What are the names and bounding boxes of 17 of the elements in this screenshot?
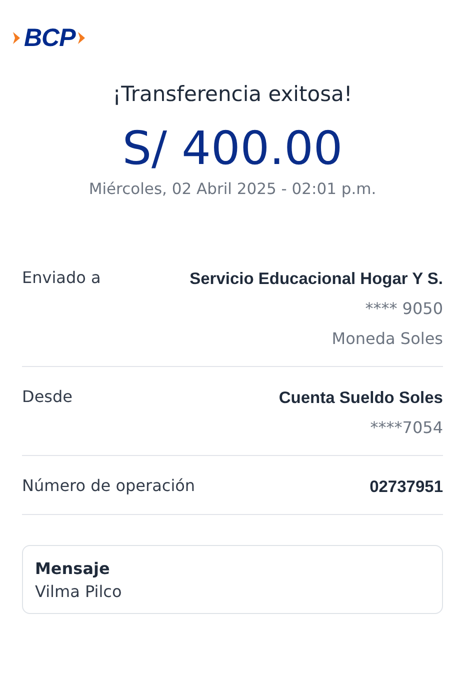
- detail-value: Cuenta Sueldo Soles: [278, 388, 443, 409]
- message-title: Mensaje: [35, 559, 111, 578]
- detail-label: Desde: [22, 386, 72, 406]
- detail-value: 02737951: [370, 477, 443, 498]
- message-text: Vilma Pilco: [35, 582, 123, 601]
- date-time: Miércoles, 02 Abril 2025 - 02:01 p.m.: [88, 180, 378, 198]
- detail-label: Enviado a: [22, 267, 101, 287]
- detail-value: Moneda Soles: [332, 328, 443, 350]
- chevron-icon: [77, 31, 88, 45]
- detail-label: Número de operación: [22, 475, 196, 495]
- detail-value: ****7054: [370, 417, 443, 439]
- logo-text: BCP: [24, 24, 76, 52]
- detail-value: Servicio Educacional Hogar Y S.: [190, 269, 443, 290]
- detail-value: **** 9050: [365, 298, 443, 320]
- success-title: ¡Transferencia exitosa!: [112, 82, 354, 106]
- amount: S/ 400.00: [121, 120, 344, 176]
- chevron-icon: [12, 31, 22, 45]
